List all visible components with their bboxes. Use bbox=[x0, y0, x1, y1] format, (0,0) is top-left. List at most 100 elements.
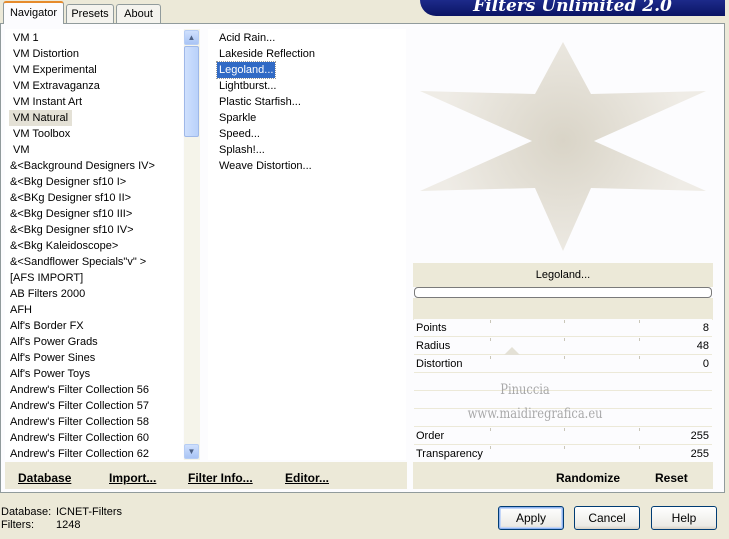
param-value: 255 bbox=[690, 448, 709, 460]
category-item[interactable]: &<Background Designers IV> bbox=[6, 158, 159, 174]
category-item[interactable]: &<Bkg Designer sf10 I> bbox=[6, 174, 130, 190]
param-row[interactable]: Distortion 0 bbox=[414, 355, 712, 373]
filter-item[interactable]: Weave Distortion... bbox=[217, 158, 314, 174]
category-item[interactable]: VM Instant Art bbox=[9, 94, 86, 110]
status-filters-value: 1248 bbox=[56, 519, 81, 531]
filter-list[interactable]: Acid Rain... Lakeside Reflection Legoland.… bbox=[208, 29, 406, 460]
category-item[interactable]: Alf's Power Sines bbox=[6, 350, 99, 366]
preview-caption: Legoland... bbox=[535, 269, 591, 281]
category-item[interactable]: [AFS IMPORT] bbox=[6, 270, 87, 286]
filter-item[interactable]: Speed... bbox=[217, 126, 262, 142]
category-item[interactable]: VM Toolbox bbox=[9, 126, 74, 142]
slider-tick bbox=[490, 428, 491, 431]
param-value: 48 bbox=[696, 340, 709, 352]
param-row[interactable]: Order 255 bbox=[414, 427, 712, 445]
scroll-down-arrow-icon[interactable]: ▼ bbox=[184, 444, 199, 459]
category-item[interactable]: &<Sandflower Specials"v" > bbox=[6, 254, 150, 270]
filter-info-link[interactable]: Filter Info... bbox=[188, 470, 253, 486]
slider-tick bbox=[490, 338, 491, 341]
category-list[interactable]: VM 1 VM Distortion VM Experimental VM Extra… bbox=[5, 29, 183, 460]
slider-tick bbox=[639, 446, 640, 449]
param-row[interactable]: Transparency 255 bbox=[414, 445, 712, 463]
apply-button[interactable]: Apply bbox=[498, 506, 564, 530]
preview-image bbox=[420, 42, 706, 251]
category-item[interactable]: VM 1 bbox=[9, 30, 43, 46]
slider-tick bbox=[564, 428, 565, 431]
param-row[interactable]: Radius 48 bbox=[414, 337, 712, 355]
status-filters-label: Filters: bbox=[1, 519, 34, 531]
slider-thumb[interactable] bbox=[503, 347, 520, 355]
scroll-up-arrow-icon[interactable]: ▲ bbox=[184, 30, 199, 45]
param-row[interactable]: Points 8 bbox=[414, 319, 712, 337]
category-item[interactable]: VM Experimental bbox=[9, 62, 101, 78]
status-database-label: Database: bbox=[1, 506, 52, 518]
progress-bar bbox=[414, 287, 712, 298]
tab-navigator[interactable]: Navigator bbox=[3, 1, 64, 24]
param-name: Points bbox=[416, 322, 447, 334]
editor-link[interactable]: Editor... bbox=[285, 470, 329, 486]
star-shape bbox=[420, 42, 706, 251]
filter-item[interactable]: Sparkle bbox=[217, 110, 258, 126]
cancel-button[interactable]: Cancel bbox=[574, 506, 640, 530]
param-value: 0 bbox=[702, 358, 709, 370]
param-value: 8 bbox=[702, 322, 709, 334]
slider-tick bbox=[639, 428, 640, 431]
status-database-value: ICNET-Filters bbox=[56, 506, 122, 518]
randomize-button[interactable]: Randomize bbox=[556, 470, 620, 486]
category-item[interactable]: &<Bkg Designer sf10 III> bbox=[6, 206, 136, 222]
category-item[interactable]: Alf's Border FX bbox=[6, 318, 88, 334]
slider-tick bbox=[564, 320, 565, 323]
category-item[interactable]: Andrew's Filter Collection 58 bbox=[6, 414, 153, 430]
filter-item[interactable]: Plastic Starfish... bbox=[217, 94, 303, 110]
param-name: Distortion bbox=[416, 358, 463, 370]
tab-about[interactable]: About bbox=[116, 4, 161, 23]
category-item[interactable]: &<BKg Designer sf10 II> bbox=[6, 190, 135, 206]
database-link-label: Database bbox=[18, 471, 72, 485]
category-item[interactable]: AB Filters 2000 bbox=[6, 286, 89, 302]
preview-area bbox=[413, 29, 713, 263]
filter-item[interactable]: Acid Rain... bbox=[217, 30, 277, 46]
slider-tick bbox=[639, 320, 640, 323]
filter-item[interactable]: Lakeside Reflection bbox=[217, 46, 317, 62]
param-name: Order bbox=[416, 430, 445, 442]
category-item[interactable]: Andrew's Filter Collection 57 bbox=[6, 398, 153, 414]
category-item[interactable]: Andrew's Filter Collection 56 bbox=[6, 382, 153, 398]
tab-presets[interactable]: Presets bbox=[66, 4, 114, 23]
param-value: 255 bbox=[690, 430, 709, 442]
watermark-url: www.maidiregrafica.eu bbox=[467, 406, 603, 422]
watermark-name: Pinuccia bbox=[500, 382, 550, 398]
category-scrollbar[interactable]: ▲ ▼ bbox=[184, 29, 200, 460]
slider-tick bbox=[564, 338, 565, 341]
database-link[interactable]: Database bbox=[18, 470, 71, 486]
slider-tick bbox=[490, 320, 491, 323]
filter-item[interactable]: Legoland... bbox=[215, 61, 277, 79]
category-item[interactable]: &<Bkg Designer sf10 IV> bbox=[6, 222, 138, 238]
param-name: Radius bbox=[416, 340, 451, 352]
category-item[interactable]: Alf's Power Toys bbox=[6, 366, 94, 382]
category-item[interactable]: VM Natural bbox=[9, 110, 73, 126]
scroll-thumb[interactable] bbox=[184, 46, 199, 137]
filter-item[interactable]: Lightburst... bbox=[217, 78, 278, 94]
slider-tick bbox=[639, 356, 640, 359]
category-item[interactable]: Alf's Power Grads bbox=[6, 334, 102, 350]
slider-tick bbox=[564, 356, 565, 359]
filter-item[interactable]: Splash!... bbox=[217, 142, 267, 158]
category-item[interactable]: Andrew's Filter Collection 62 bbox=[6, 446, 153, 460]
category-item[interactable]: AFH bbox=[6, 302, 36, 318]
category-item[interactable]: VM bbox=[9, 142, 34, 158]
import-link-label: Import... bbox=[109, 471, 157, 485]
slider-tick bbox=[564, 446, 565, 449]
category-item[interactable]: Andrew's Filter Collection 60 bbox=[6, 430, 153, 446]
import-link[interactable]: Import... bbox=[109, 470, 156, 486]
slider-tick bbox=[490, 356, 491, 359]
category-item[interactable]: &<Bkg Kaleidoscope> bbox=[6, 238, 122, 254]
category-item[interactable]: VM Extravaganza bbox=[9, 78, 104, 94]
filter-info-link-label: Filter Info... bbox=[188, 471, 253, 485]
slider-tick bbox=[490, 446, 491, 449]
help-button[interactable]: Help bbox=[651, 506, 717, 530]
reset-button[interactable]: Reset bbox=[655, 470, 688, 486]
category-item[interactable]: VM Distortion bbox=[9, 46, 83, 62]
app-title-banner: Filters Unlimited 2.0 bbox=[420, 0, 725, 16]
params-spacer bbox=[413, 298, 713, 320]
slider-tick bbox=[639, 338, 640, 341]
